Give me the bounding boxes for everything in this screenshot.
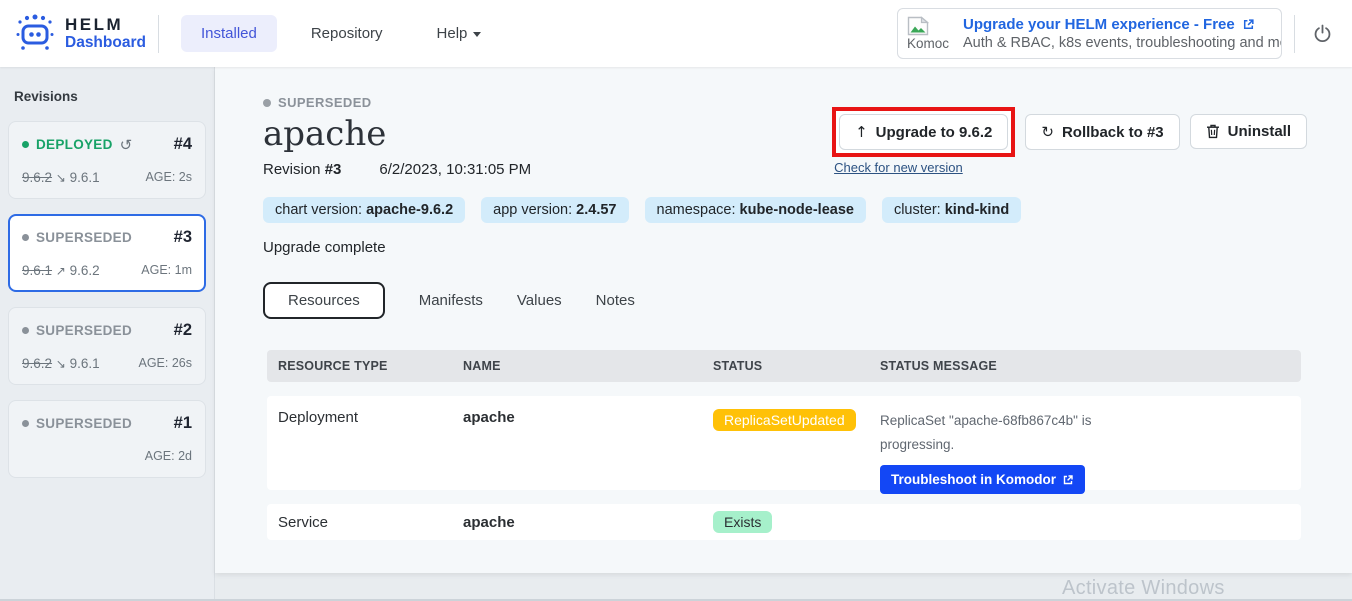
komodor-upgrade-banner[interactable]: Komoc Upgrade your HELM experience - Fre… xyxy=(897,8,1282,59)
resource-name: apache xyxy=(463,514,713,531)
revisions-sidebar: Revisions DEPLOYED ↺ #4 9.6.2 ↘ 9.6.1 AG… xyxy=(0,67,215,601)
revision-number: #2 xyxy=(174,321,192,340)
status-dot xyxy=(22,234,29,241)
komodor-alt-text: Komoc xyxy=(907,36,951,51)
release-meta-badges: chart version: apache-9.6.2 app version:… xyxy=(263,197,1307,223)
logo-title: HELM xyxy=(65,16,146,35)
col-status-message: STATUS MESSAGE xyxy=(880,359,1301,373)
tab-resources[interactable]: Resources xyxy=(263,282,385,319)
tab-manifests[interactable]: Manifests xyxy=(419,292,483,309)
revision-card-2[interactable]: SUPERSEDED #2 9.6.2 ↘ 9.6.1 AGE: 26s xyxy=(8,307,206,385)
revision-number: #3 xyxy=(174,228,192,247)
nav-help-label: Help xyxy=(437,25,468,42)
status-dot xyxy=(22,141,29,148)
revision-age: AGE: 1m xyxy=(141,263,192,279)
release-detail-panel: SUPERSEDED apache Revision #3 6/2/2023, … xyxy=(215,67,1352,573)
tab-values[interactable]: Values xyxy=(517,292,562,309)
check-new-version-link[interactable]: Check for new version xyxy=(834,160,963,175)
external-link-icon xyxy=(1242,18,1255,31)
arrow-up-right-icon: ↗ xyxy=(56,264,66,278)
power-button[interactable] xyxy=(1307,18,1338,49)
rollback-icon: ↻ xyxy=(1041,123,1054,141)
col-status: STATUS xyxy=(713,359,880,373)
helm-logo-icon xyxy=(14,13,56,55)
reload-icon[interactable]: ↺ xyxy=(120,136,133,154)
app-version-badge: app version: 2.4.57 xyxy=(481,197,628,223)
status-message: ReplicaSet "apache-68fb867c4b" is progre… xyxy=(880,409,1095,456)
status-badge: Exists xyxy=(713,511,772,533)
revision-label: Revision #3 xyxy=(263,161,341,178)
revision-versions: 9.6.2 ↘ 9.6.1 xyxy=(22,356,100,372)
table-row: Service apache Exists xyxy=(267,504,1301,540)
annotation-red-box: ↑ Upgrade to 9.6.2 xyxy=(832,107,1015,157)
release-description: Upgrade complete xyxy=(263,239,1307,256)
revision-status: SUPERSEDED xyxy=(36,230,132,245)
upgrade-button[interactable]: ↑ Upgrade to 9.6.2 xyxy=(839,114,1008,150)
revision-card-3[interactable]: SUPERSEDED #3 9.6.1 ↗ 9.6.2 AGE: 1m xyxy=(8,214,206,292)
external-link-icon xyxy=(1062,474,1074,486)
nav-installed[interactable]: Installed xyxy=(181,15,277,52)
table-header-row: RESOURCE TYPE NAME STATUS STATUS MESSAGE xyxy=(267,350,1301,382)
nav-repository[interactable]: Repository xyxy=(291,15,403,52)
resource-type: Deployment xyxy=(278,409,463,426)
nav-help[interactable]: Help xyxy=(417,15,502,52)
revision-status: SUPERSEDED xyxy=(36,416,132,431)
tab-notes[interactable]: Notes xyxy=(596,292,635,309)
revision-card-1[interactable]: SUPERSEDED #1 AGE: 2d xyxy=(8,400,206,478)
status-dot xyxy=(263,99,271,107)
detail-tabs: Resources Manifests Values Notes xyxy=(263,282,1307,319)
revision-versions: 9.6.1 ↗ 9.6.2 xyxy=(22,263,100,279)
revision-number: #4 xyxy=(174,135,192,154)
arrow-up-icon: ↑ xyxy=(855,123,868,141)
header-divider-2 xyxy=(1294,15,1295,53)
resources-table: RESOURCE TYPE NAME STATUS STATUS MESSAGE… xyxy=(267,350,1301,540)
header-divider xyxy=(158,15,159,53)
chevron-down-icon xyxy=(473,32,481,37)
revision-age: AGE: 2d xyxy=(145,449,192,465)
arrow-down-right-icon: ↘ xyxy=(56,171,66,185)
top-header: HELM Dashboard Installed Repository Help… xyxy=(0,0,1352,67)
resource-name: apache xyxy=(463,409,713,426)
revision-age: AGE: 26s xyxy=(139,356,193,372)
main-nav: Installed Repository Help xyxy=(181,15,501,52)
status-badge: ReplicaSetUpdated xyxy=(713,409,856,431)
table-row: Deployment apache ReplicaSetUpdated Repl… xyxy=(267,396,1301,490)
release-date: 6/2/2023, 10:31:05 PM xyxy=(379,161,531,178)
trash-icon xyxy=(1206,124,1220,139)
revision-status: SUPERSEDED xyxy=(36,323,132,338)
sidebar-title: Revisions xyxy=(14,89,206,104)
broken-image-icon xyxy=(907,16,929,36)
komodor-logo: Komoc xyxy=(907,16,951,51)
troubleshoot-komodor-button[interactable]: Troubleshoot in Komodor xyxy=(880,465,1085,494)
banner-subtitle: Auth & RBAC, k8s events, troubleshooting… xyxy=(963,35,1282,51)
revision-versions: 9.6.2 ↘ 9.6.1 xyxy=(22,170,100,186)
uninstall-button[interactable]: Uninstall xyxy=(1190,114,1307,149)
revision-number: #1 xyxy=(174,414,192,433)
revision-age: AGE: 2s xyxy=(145,170,192,186)
col-resource-type: RESOURCE TYPE xyxy=(278,359,463,373)
banner-title[interactable]: Upgrade your HELM experience - Free xyxy=(963,16,1235,33)
app-logo[interactable]: HELM Dashboard xyxy=(14,13,146,55)
status-dot xyxy=(22,420,29,427)
chart-version-badge: chart version: apache-9.6.2 xyxy=(263,197,465,223)
cluster-badge: cluster: kind-kind xyxy=(882,197,1021,223)
col-name: NAME xyxy=(463,359,713,373)
resource-type: Service xyxy=(278,514,463,531)
power-icon xyxy=(1313,24,1332,43)
release-actions: ↑ Upgrade to 9.6.2 Check for new version… xyxy=(832,107,1307,175)
status-dot xyxy=(22,327,29,334)
revision-card-4[interactable]: DEPLOYED ↺ #4 9.6.2 ↘ 9.6.1 AGE: 2s xyxy=(8,121,206,199)
activate-windows-watermark: Activate Windows xyxy=(1062,577,1225,600)
namespace-badge: namespace: kube-node-lease xyxy=(645,197,866,223)
logo-subtitle: Dashboard xyxy=(65,34,146,51)
arrow-down-right-icon: ↘ xyxy=(56,357,66,371)
revision-status: DEPLOYED xyxy=(36,137,113,152)
rollback-button[interactable]: ↻ Rollback to #3 xyxy=(1025,114,1179,150)
